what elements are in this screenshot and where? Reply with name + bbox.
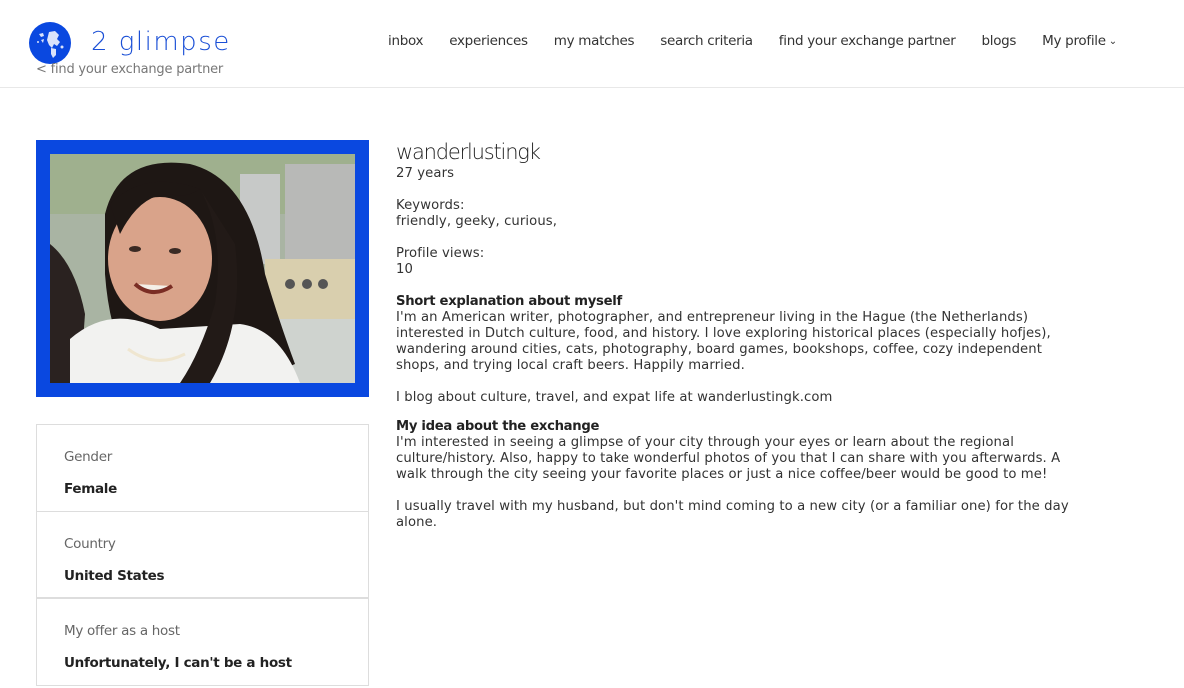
keywords-label: Keywords: [396,198,465,213]
detail-value: United States [64,568,165,584]
nav-search-criteria[interactable]: search criteria [660,33,753,49]
detail-value: Female [64,481,117,497]
exchange-section: My idea about the exchange I'm intereste… [396,419,1076,483]
nav-inbox[interactable]: inbox [388,33,424,49]
keywords-value: friendly, geeky, curious, [396,214,558,229]
about-text-blog: I blog about culture, travel, and expat … [396,390,833,405]
detail-label: Country [64,536,116,552]
nav-my-profile[interactable]: My profile ⌄ [1042,33,1117,49]
profile-main: wanderlustingk 27 years Keywords: friend… [396,140,1076,547]
exchange-text-travel: I usually travel with my husband, but do… [396,499,1069,530]
logo-link[interactable]: 2 glimpse [29,22,231,64]
profile-photo-frame [36,140,369,397]
detail-label: My offer as a host [64,623,180,639]
views-label: Profile views: [396,246,485,261]
about-section: Short explanation about myself I'm an Am… [396,294,1076,374]
profile-details: Gender Female Country United States My o… [36,424,369,686]
nav-experiences[interactable]: experiences [449,33,528,49]
profile-views: Profile views: 10 [396,246,1076,278]
profile-age: 27 years [396,166,455,181]
detail-label: Gender [64,449,112,465]
chevron-down-icon: ⌄ [1108,36,1117,47]
main-nav: inbox experiences my matches search crit… [388,33,1143,49]
exchange-text: I'm interested in seeing a glimpse of yo… [396,435,1061,482]
profile-username: wanderlustingk [396,140,541,164]
nav-my-matches[interactable]: my matches [554,33,635,49]
views-value: 10 [396,262,413,277]
globe-icon [29,22,71,64]
profile-photo [50,154,355,383]
nav-find-exchange-partner[interactable]: find your exchange partner [779,33,956,49]
detail-gender: Gender Female [37,425,368,512]
site-header: 2 glimpse < find your exchange partner i… [0,0,1184,88]
detail-value: Unfortunately, I can't be a host [64,655,292,671]
exchange-title: My idea about the exchange [396,419,600,434]
about-text: I'm an American writer, photographer, an… [396,310,1051,373]
nav-my-profile-label: My profile [1042,33,1106,49]
nav-blogs[interactable]: blogs [981,33,1016,49]
profile-keywords: Keywords: friendly, geeky, curious, [396,198,1076,230]
about-title: Short explanation about myself [396,294,622,309]
back-link-find-partner[interactable]: < find your exchange partner [36,62,223,77]
logo-text: 2 glimpse [91,27,231,57]
detail-country: Country United States [37,512,368,599]
detail-host-offer: My offer as a host Unfortunately, I can'… [37,599,368,686]
